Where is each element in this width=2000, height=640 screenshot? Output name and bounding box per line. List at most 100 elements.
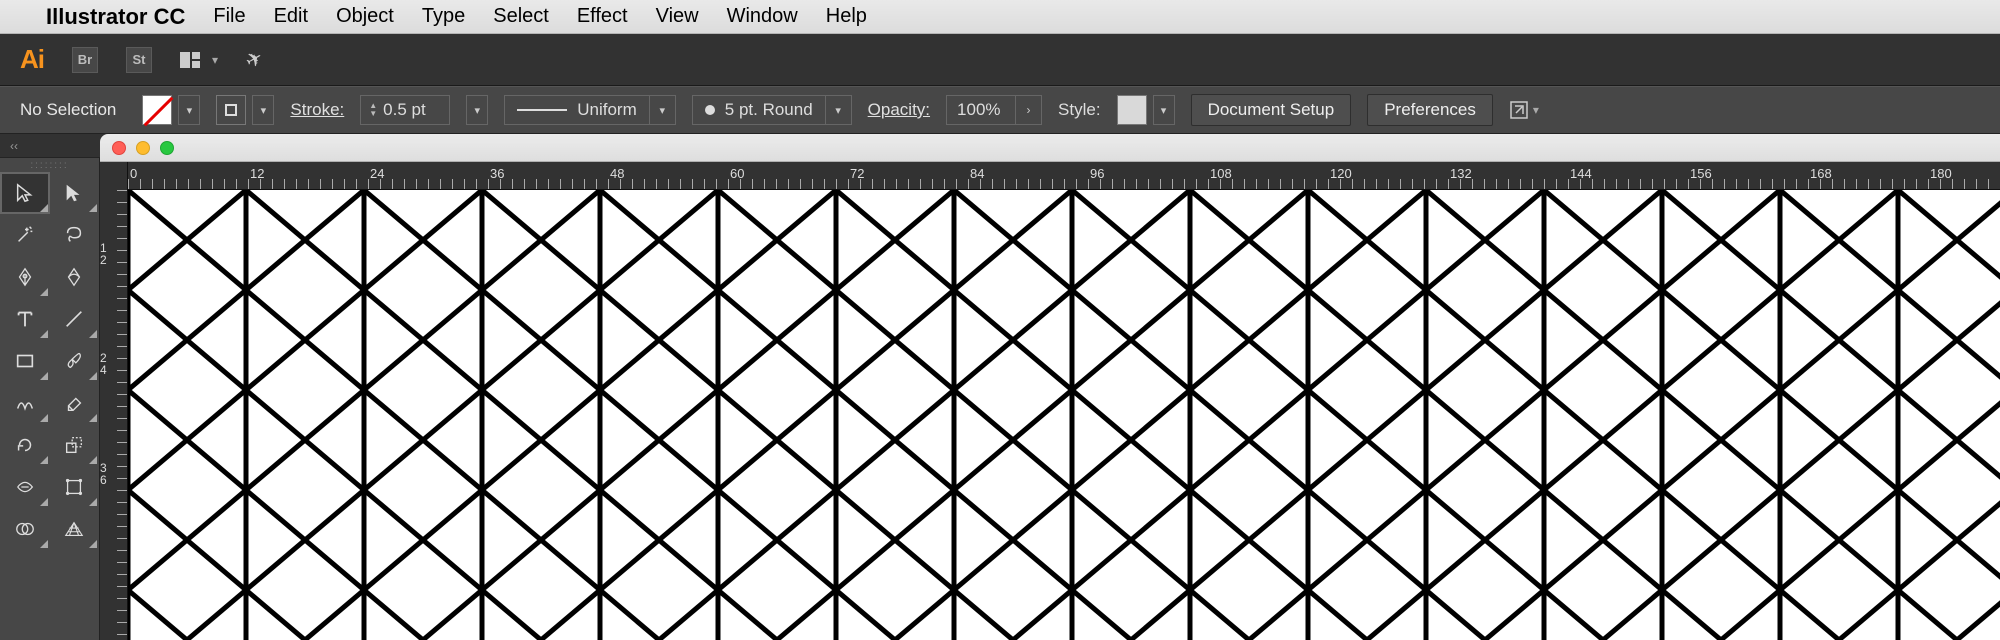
pen-tool[interactable] — [0, 256, 50, 298]
vertical-ruler[interactable]: 1 2 2 4 3 6 — [100, 162, 128, 640]
rectangle-tool[interactable] — [0, 340, 50, 382]
align-artboard-icon — [1509, 100, 1529, 120]
rocket-icon[interactable]: ✈ — [241, 44, 268, 74]
stroke-color-control[interactable]: ▾ — [216, 95, 274, 125]
chevron-right-icon[interactable]: › — [1016, 95, 1042, 125]
scale-tool[interactable] — [50, 424, 100, 466]
shaper-tool[interactable] — [0, 382, 50, 424]
direct-selection-tool[interactable] — [50, 172, 100, 214]
magic-wand-icon — [14, 224, 36, 246]
stroke-label[interactable]: Stroke: — [290, 100, 344, 120]
document-setup-button[interactable]: Document Setup — [1191, 94, 1352, 126]
ruler-h-label: 120 — [1330, 166, 1352, 193]
menu-type[interactable]: Type — [422, 5, 465, 28]
opacity-value[interactable]: 100% — [946, 95, 1016, 125]
magic-wand-tool[interactable] — [0, 214, 50, 256]
ruler-h-label: 168 — [1810, 166, 1832, 193]
cursor-arrow-icon — [14, 182, 36, 204]
variable-width-profile[interactable]: Uniform ▾ — [504, 95, 676, 125]
stroke-weight-input[interactable]: ▲▼ 0.5 pt — [360, 95, 450, 125]
ruler-v-label: 3 6 — [100, 462, 115, 486]
eraser-tool[interactable] — [50, 382, 100, 424]
chevron-down-icon: ▾ — [649, 96, 675, 124]
app-title[interactable]: Illustrator CC — [46, 4, 185, 30]
free-transform-tool[interactable] — [50, 466, 100, 508]
triangle-grid-artwork — [128, 190, 2000, 640]
window-zoom-icon[interactable] — [160, 141, 174, 155]
profile-label: Uniform — [577, 100, 637, 120]
panel-grip-icon[interactable]: :::::::: — [0, 158, 99, 172]
panel-collapse-arrows[interactable]: ‹‹ — [0, 134, 100, 158]
type-tool[interactable] — [0, 298, 50, 340]
brush-definition[interactable]: 5 pt. Round ▾ — [692, 95, 852, 125]
workspace-layout-switcher[interactable]: ▾ — [180, 52, 218, 68]
document-window: 01224364860728496108120132144156168180 1… — [100, 134, 2000, 640]
artboard-canvas[interactable] — [128, 190, 2000, 640]
stroke-swatch-icon — [216, 95, 246, 125]
illustrator-logo-icon[interactable]: Ai — [20, 44, 44, 75]
ruler-h-label: 132 — [1450, 166, 1472, 193]
opacity-label[interactable]: Opacity: — [868, 100, 930, 120]
chevron-down-icon: ▾ — [1533, 103, 1539, 117]
menu-object[interactable]: Object — [336, 5, 394, 28]
chevron-down-icon: ▾ — [212, 53, 218, 67]
menu-select[interactable]: Select — [493, 5, 549, 28]
width-tool[interactable] — [0, 466, 50, 508]
menu-effect[interactable]: Effect — [577, 5, 628, 28]
window-minimize-icon[interactable] — [136, 141, 150, 155]
line-segment-tool[interactable] — [50, 298, 100, 340]
shape-builder-tool[interactable] — [0, 508, 50, 550]
document-titlebar[interactable] — [100, 134, 2000, 162]
ruler-h-label: 0 — [130, 166, 137, 193]
brush-label: 5 pt. Round — [725, 100, 813, 120]
opacity-control[interactable]: 100% › — [946, 95, 1042, 125]
paintbrush-tool[interactable] — [50, 340, 100, 382]
lasso-tool[interactable] — [50, 214, 100, 256]
style-swatch-icon — [1117, 95, 1147, 125]
cursor-hollow-icon — [63, 182, 85, 204]
rotate-tool[interactable] — [0, 424, 50, 466]
menu-window[interactable]: Window — [727, 5, 798, 28]
rectangle-icon — [14, 350, 36, 372]
ruler-h-label: 144 — [1570, 166, 1592, 193]
paintbrush-icon — [63, 350, 85, 372]
bridge-shortcut[interactable]: Br — [72, 47, 98, 73]
ruler-h-label: 84 — [970, 166, 984, 193]
perspective-grid-tool[interactable] — [50, 508, 100, 550]
horizontal-ruler[interactable]: 01224364860728496108120132144156168180 — [128, 162, 2000, 190]
shape-builder-icon — [14, 518, 36, 540]
ruler-h-label: 60 — [730, 166, 744, 193]
eraser-icon — [63, 392, 85, 414]
width-icon — [14, 476, 36, 498]
window-close-icon[interactable] — [112, 141, 126, 155]
ruler-area: 01224364860728496108120132144156168180 1… — [100, 162, 2000, 640]
chevron-down-icon: ▾ — [825, 96, 851, 124]
free-transform-icon — [63, 476, 85, 498]
fill-swatch-none-icon — [142, 95, 172, 125]
menu-file[interactable]: File — [213, 5, 245, 28]
ruler-v-label: 2 4 — [100, 352, 115, 376]
fill-dropdown[interactable]: ▾ — [178, 95, 200, 125]
graphic-style-control[interactable]: ▾ — [1117, 95, 1175, 125]
stroke-color-dropdown[interactable]: ▾ — [252, 95, 274, 125]
selection-tool[interactable] — [0, 172, 50, 214]
menu-view[interactable]: View — [656, 5, 699, 28]
preferences-button[interactable]: Preferences — [1367, 94, 1493, 126]
menu-help[interactable]: Help — [826, 5, 867, 28]
spinner-icon[interactable]: ▲▼ — [369, 102, 377, 118]
stroke-weight-dropdown[interactable]: ▾ — [466, 95, 488, 125]
ruler-v-label: 1 2 — [100, 242, 115, 266]
ruler-h-label: 72 — [850, 166, 864, 193]
macos-menu-bar: Illustrator CC File Edit Object Type Sel… — [0, 0, 2000, 34]
profile-line-icon — [517, 109, 567, 111]
style-dropdown[interactable]: ▾ — [1153, 95, 1175, 125]
stock-shortcut[interactable]: St — [126, 47, 152, 73]
app-header-toolbar: Ai Br St ▾ ✈ — [0, 34, 2000, 86]
stroke-weight-value: 0.5 pt — [383, 100, 426, 120]
ruler-h-label: 156 — [1690, 166, 1712, 193]
pen-nib-icon — [14, 266, 36, 288]
curvature-tool[interactable] — [50, 256, 100, 298]
fill-control[interactable]: ▾ — [142, 95, 200, 125]
align-to-selector[interactable]: ▾ — [1509, 100, 1539, 120]
menu-edit[interactable]: Edit — [274, 5, 308, 28]
